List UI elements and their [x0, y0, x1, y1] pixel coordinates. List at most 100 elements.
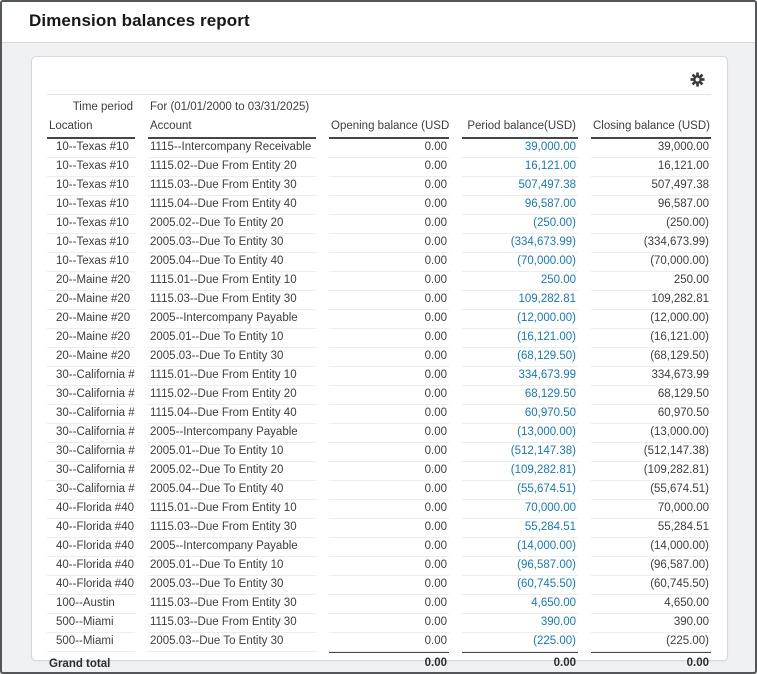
period-balance-link[interactable]: 334,673.99 [518, 369, 576, 381]
period-balance-link[interactable]: (55,674.51) [517, 483, 576, 495]
table-row: 10--Texas #101115.03--Due From Entity 30… [47, 177, 711, 196]
account-cell: 1115.02--Due From Entity 20 [148, 158, 316, 177]
period-balance-link[interactable]: (14,000.00) [517, 540, 576, 552]
closing-balance-cell: (68,129.50) [591, 348, 711, 367]
period-balance-link[interactable]: 250.00 [541, 274, 576, 286]
account-cell: 1115.03--Due From Entity 30 [148, 177, 316, 196]
period-balance-link[interactable]: (225.00) [533, 635, 576, 647]
period-balance-link[interactable]: 39,000.00 [525, 141, 576, 153]
opening-balance-cell: 0.00 [329, 139, 449, 158]
account-cell: 2005--Intercompany Payable [148, 424, 316, 443]
period-balance-link[interactable]: 55,284.51 [525, 521, 576, 533]
period-balance-link[interactable]: (334,673.99) [511, 236, 576, 248]
account-cell: 1115.01--Due From Entity 10 [148, 500, 316, 519]
closing-balance-cell: 60,970.50 [591, 405, 711, 424]
grand-total-label: Grand total [47, 652, 135, 674]
period-balance-link[interactable]: (68,129.50) [517, 350, 576, 362]
table-row: 30--California #30 1115.04--Due From Enti… [47, 405, 711, 424]
table-row: 40--Florida #401115.03--Due From Entity … [47, 519, 711, 538]
location-cell: 40--Florida #40 [47, 557, 135, 576]
period-balance-cell: 55,284.51 [462, 519, 578, 538]
opening-balance-cell: 0.00 [329, 576, 449, 595]
account-cell: 1115.03--Due From Entity 30 [148, 614, 316, 633]
period-balance-link[interactable]: 70,000.00 [525, 502, 576, 514]
period-balance-cell: (225.00) [462, 633, 578, 652]
closing-balance-cell: 250.00 [591, 272, 711, 291]
period-balance-link[interactable]: 96,587.00 [525, 198, 576, 210]
table-row: 10--Texas #102005.03--Due To Entity 300.… [47, 234, 711, 253]
closing-balance-cell: 55,284.51 [591, 519, 711, 538]
account-cell: 1115.01--Due From Entity 10 [148, 367, 316, 386]
account-cell: 1115.04--Due From Entity 40 [148, 196, 316, 215]
period-balance-link[interactable]: 507,497.38 [518, 179, 576, 191]
closing-balance-cell: 96,587.00 [591, 196, 711, 215]
location-cell: 40--Florida #40 [47, 576, 135, 595]
location-cell: 100--Austin [47, 595, 135, 614]
period-balance-link[interactable]: 16,121.00 [525, 160, 576, 172]
opening-balance-cell: 0.00 [329, 234, 449, 253]
table-row: 500--Miami2005.03--Due To Entity 300.00(… [47, 633, 711, 652]
period-balance-link[interactable]: (109,282.81) [511, 464, 576, 476]
location-cell: 30--California #30 [47, 424, 135, 443]
closing-balance-cell: (14,000.00) [591, 538, 711, 557]
location-cell: 20--Maine #20 [47, 348, 135, 367]
closing-balance-cell: (250.00) [591, 215, 711, 234]
location-cell: 10--Texas #10 [47, 158, 135, 177]
location-cell: 40--Florida #40 [47, 538, 135, 557]
period-balance-cell: (14,000.00) [462, 538, 578, 557]
time-period-label: Time period [47, 99, 135, 118]
period-balance-cell: 334,673.99 [462, 367, 578, 386]
period-balance-link[interactable]: (12,000.00) [517, 312, 576, 324]
closing-balance-cell: (109,282.81) [591, 462, 711, 481]
period-balance-link[interactable]: (60,745.50) [517, 578, 576, 590]
opening-balance-cell: 0.00 [329, 519, 449, 538]
opening-balance-cell: 0.00 [329, 310, 449, 329]
grand-total-row: Grand total 0.00 0.00 0.00 [47, 652, 711, 674]
column-header-period-balance: Period balance(USD) [462, 118, 578, 139]
period-balance-link[interactable]: 60,970.50 [525, 407, 576, 419]
column-header-row: Location Account Opening balance (USD) P… [47, 118, 711, 139]
column-header-closing-balance: Closing balance (USD) [591, 118, 711, 139]
period-balance-cell: 4,650.00 [462, 595, 578, 614]
period-balance-link[interactable]: (70,000.00) [517, 255, 576, 267]
opening-balance-cell: 0.00 [329, 348, 449, 367]
opening-balance-cell: 0.00 [329, 291, 449, 310]
grand-total-opening: 0.00 [329, 652, 449, 674]
settings-gear-button[interactable] [688, 70, 707, 89]
period-balance-cell: (109,282.81) [462, 462, 578, 481]
period-balance-link[interactable]: 4,650.00 [531, 597, 576, 609]
location-cell: 500--Miami [47, 614, 135, 633]
period-balance-link[interactable]: 109,282.81 [518, 293, 576, 305]
table-row: 10--Texas #10 1115.02--Due From Entity 20… [47, 158, 711, 177]
opening-balance-cell: 0.00 [329, 633, 449, 652]
period-balance-link[interactable]: (250.00) [533, 217, 576, 229]
account-cell: 2005.04--Due To Entity 40 [148, 481, 316, 500]
opening-balance-cell: 0.00 [329, 196, 449, 215]
location-cell: 30--California #30 [47, 405, 135, 424]
account-cell: 1115.04--Due From Entity 40 [148, 405, 316, 424]
card-toolbar [47, 67, 711, 91]
account-cell: 2005.01--Due To Entity 10 [148, 329, 316, 348]
period-balance-cell: (60,745.50) [462, 576, 578, 595]
opening-balance-cell: 0.00 [329, 500, 449, 519]
closing-balance-cell: (55,674.51) [591, 481, 711, 500]
closing-balance-cell: (70,000.00) [591, 253, 711, 272]
period-balance-link[interactable]: 68,129.50 [525, 388, 576, 400]
time-period-value: For (01/01/2000 to 03/31/2025) [148, 99, 711, 118]
column-header-account: Account [148, 118, 316, 139]
period-balance-link[interactable]: (96,587.00) [517, 559, 576, 571]
period-balance-link[interactable]: (16,121.00) [517, 331, 576, 343]
period-balance-link[interactable]: (512,147.38) [511, 445, 576, 457]
period-balance-link[interactable]: (13,000.00) [517, 426, 576, 438]
table-row: 40--Florida #401115.01--Due From Entity … [47, 500, 711, 519]
table-row: 30--California #301115.01--Due From Enti… [47, 367, 711, 386]
account-cell: 2005.01--Due To Entity 10 [148, 557, 316, 576]
period-balance-cell: 109,282.81 [462, 291, 578, 310]
period-balance-link[interactable]: 390.00 [541, 616, 576, 628]
location-cell: 10--Texas #10 [47, 196, 135, 215]
opening-balance-cell: 0.00 [329, 215, 449, 234]
period-balance-cell: (13,000.00) [462, 424, 578, 443]
table-row: 20--Maine #201115.03--Due From Entity 30… [47, 291, 711, 310]
closing-balance-cell: 39,000.00 [591, 139, 711, 158]
opening-balance-cell: 0.00 [329, 462, 449, 481]
